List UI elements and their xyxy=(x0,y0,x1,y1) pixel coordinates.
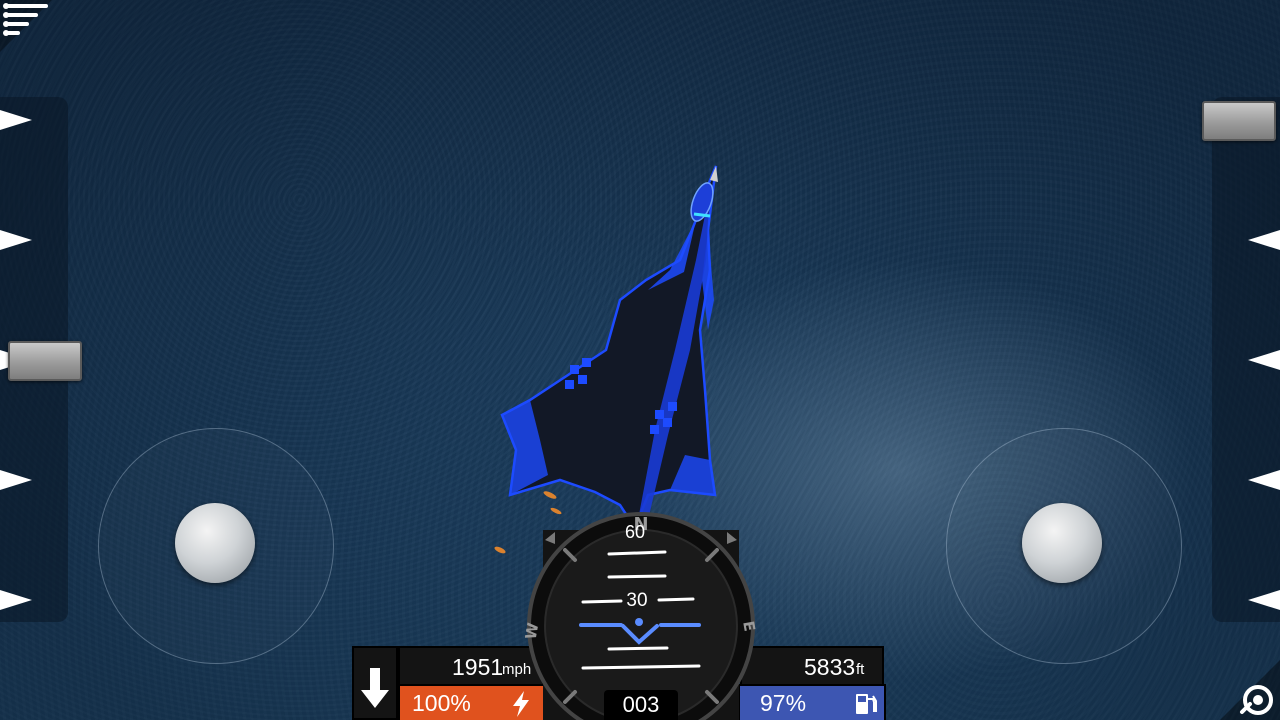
menu-button[interactable] xyxy=(0,0,52,52)
attitude-indicator: N E W 60 30 xyxy=(525,512,757,720)
left-joystick-knob[interactable] xyxy=(175,503,255,583)
right-slider-handle[interactable] xyxy=(1202,101,1276,141)
altitude-panel: 5833 ft xyxy=(740,646,884,688)
rail-tick xyxy=(0,590,32,610)
camera-rotate-icon xyxy=(1220,660,1280,720)
landing-gear-button[interactable] xyxy=(352,646,398,720)
rail-tick xyxy=(0,110,32,130)
left-slider-handle[interactable] xyxy=(8,341,82,381)
pitch-label-30: 30 xyxy=(626,590,647,611)
fuel-value: 97% xyxy=(760,690,807,716)
rail-tick xyxy=(0,230,32,250)
arrow-down-icon xyxy=(361,668,389,708)
heading-readout: 003 xyxy=(604,690,678,720)
rail-tick xyxy=(1248,470,1280,490)
altitude-value: 5833 xyxy=(804,654,856,680)
fuel-bar: 97% xyxy=(738,684,886,720)
fuel-pump-icon xyxy=(856,694,877,714)
airspeed-panel: 1951 mph xyxy=(398,646,544,688)
throttle-value: 100% xyxy=(412,690,471,716)
altitude-unit: ft xyxy=(856,661,865,678)
camera-view-button[interactable] xyxy=(1220,660,1280,720)
airspeed-value: 1951 xyxy=(452,654,504,680)
right-throttle-rail[interactable] xyxy=(1212,97,1280,622)
menu-icon xyxy=(0,0,52,52)
rail-tick xyxy=(1248,590,1280,610)
rail-tick xyxy=(0,470,32,490)
right-joystick-knob[interactable] xyxy=(1022,503,1102,583)
rail-tick xyxy=(1248,350,1280,370)
jet-aircraft xyxy=(494,165,718,554)
pitch-label-60: 60 xyxy=(625,522,645,542)
rail-tick xyxy=(1248,230,1280,250)
